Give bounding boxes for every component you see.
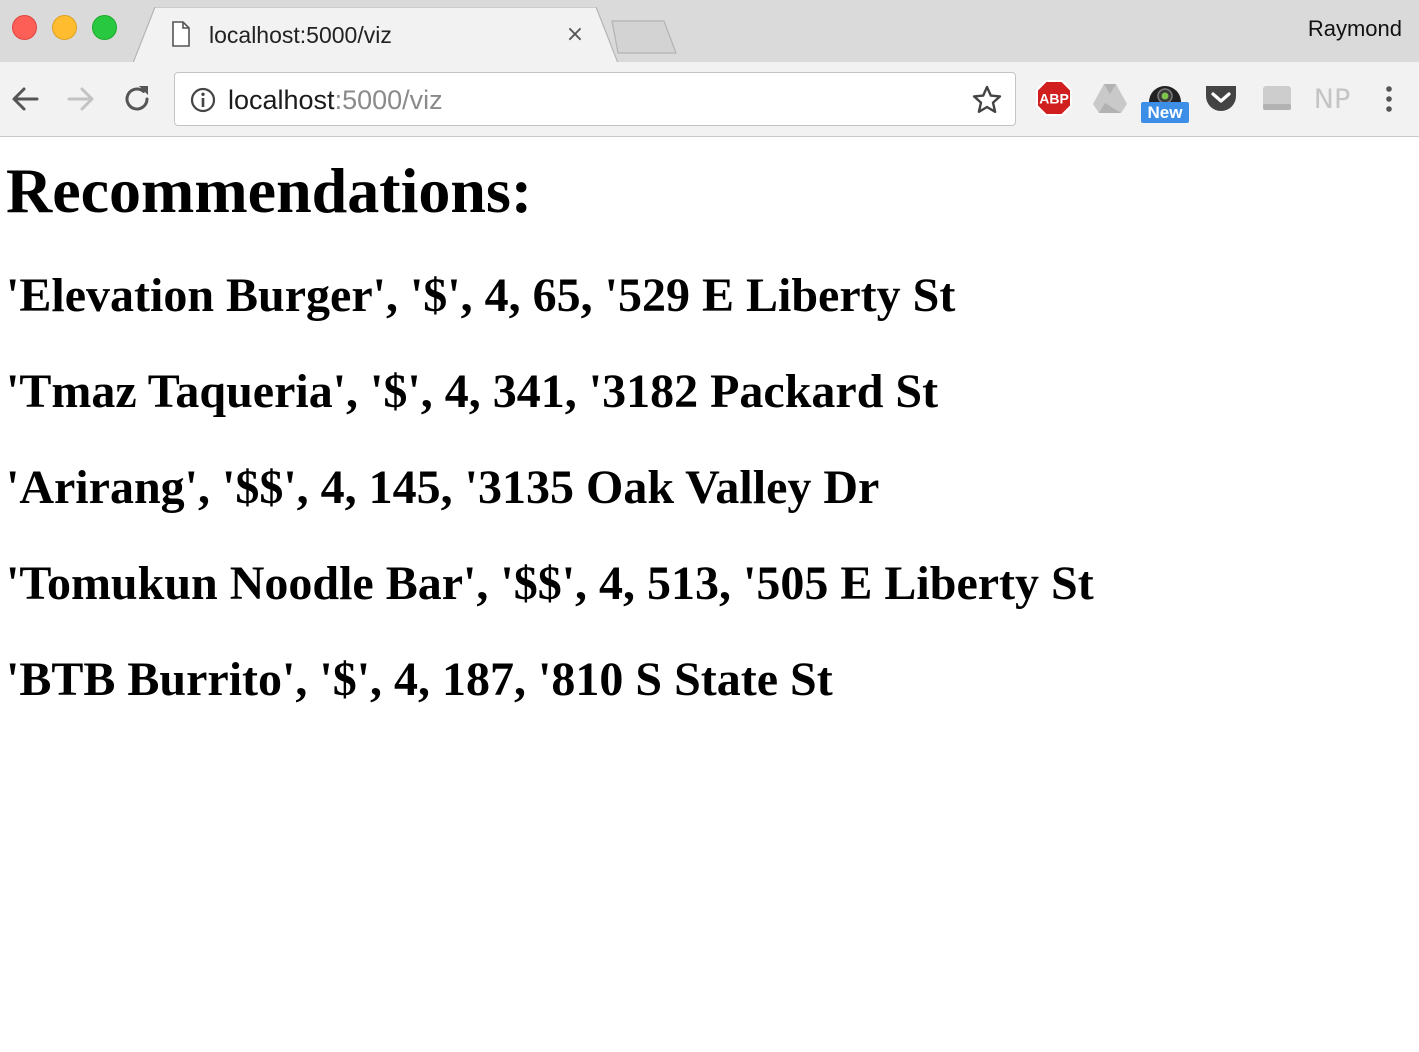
page-icon xyxy=(172,21,190,47)
page-title: Recommendations: xyxy=(6,155,533,226)
info-icon[interactable] xyxy=(189,86,217,114)
bookmark-star-icon[interactable] xyxy=(971,84,1003,116)
recommendation-item: 'BTB Burrito', '$', 4, 187, '810 S State… xyxy=(6,653,833,706)
tab-title: localhost:5000/viz xyxy=(209,22,392,48)
url-path: :5000/viz xyxy=(334,85,443,115)
adblock-plus-icon[interactable]: ABP xyxy=(1034,78,1074,118)
window-minimize-button[interactable] xyxy=(52,15,77,40)
profile-name[interactable]: Raymond xyxy=(1308,14,1402,44)
browser-toolbar: localhost:5000/viz ABP New NP xyxy=(0,62,1419,137)
google-drive-icon[interactable] xyxy=(1090,78,1130,118)
recommendation-item: 'Elevation Burger', '$', 4, 65, '529 E L… xyxy=(6,269,956,322)
forward-arrow-icon[interactable] xyxy=(64,82,98,116)
address-url[interactable]: localhost:5000/viz xyxy=(228,83,443,117)
tab-close-icon[interactable]: × xyxy=(562,22,588,48)
recommendation-list: 'Elevation Burger', '$', 4, 65, '529 E L… xyxy=(6,264,1094,744)
menu-dots-icon[interactable] xyxy=(1377,82,1401,116)
recommendation-item: 'Arirang', '$$', 4, 145, '3135 Oak Valle… xyxy=(6,461,880,514)
recommendation-item: 'Tomukun Noodle Bar', '$$', 4, 513, '505… xyxy=(6,557,1094,610)
recommendation-item: 'Tmaz Taqueria', '$', 4, 341, '3182 Pack… xyxy=(6,365,939,418)
window-zoom-button[interactable] xyxy=(92,15,117,40)
new-badge: New xyxy=(1141,102,1189,123)
reload-icon[interactable] xyxy=(120,82,154,116)
new-tab-button[interactable] xyxy=(606,19,680,55)
disk-extension-icon[interactable] xyxy=(1257,78,1297,118)
address-bar[interactable]: localhost:5000/viz xyxy=(174,72,1016,126)
url-host: localhost xyxy=(228,85,335,115)
page-content: Recommendations: 'Elevation Burger', '$'… xyxy=(0,138,1419,1052)
pocket-icon[interactable] xyxy=(1201,78,1241,118)
back-arrow-icon[interactable] xyxy=(8,82,42,116)
window-close-button[interactable] xyxy=(12,15,37,40)
browser-tab-strip: localhost:5000/viz × Raymond xyxy=(0,0,1419,63)
abp-label: ABP xyxy=(1039,91,1069,107)
np-extension-icon[interactable]: NP xyxy=(1312,80,1352,120)
